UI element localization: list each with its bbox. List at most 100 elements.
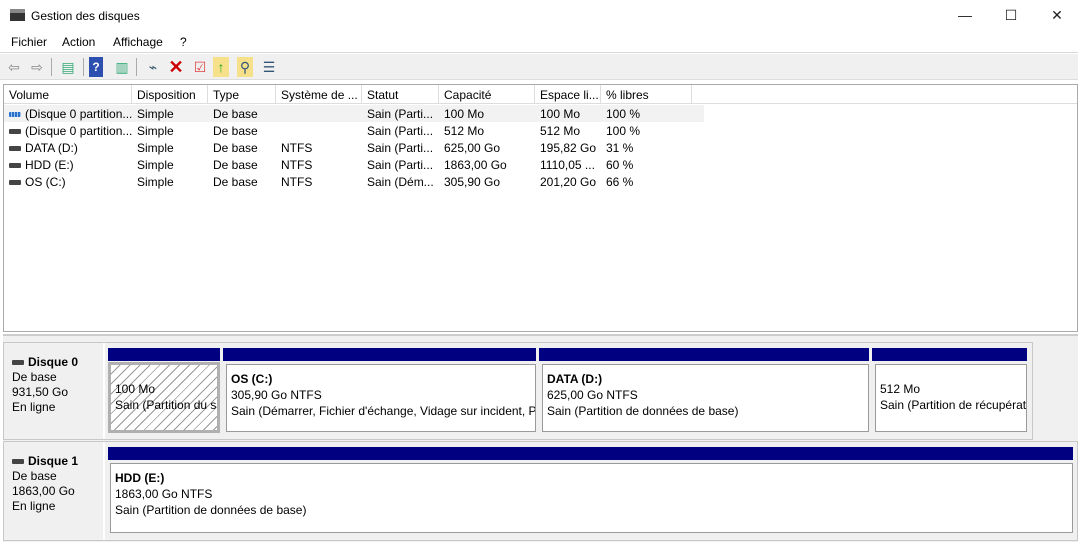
- cell-file-system: NTFS: [276, 139, 362, 156]
- column-header-capacity[interactable]: Capacité: [439, 85, 535, 104]
- cell-percent-free: 100 %: [601, 122, 692, 139]
- console-tree-icon[interactable]: ▤: [58, 57, 78, 77]
- column-header-status[interactable]: Statut: [362, 85, 439, 104]
- column-header-file-system[interactable]: Système de ...: [276, 85, 362, 104]
- cell-percent-free: 66 %: [601, 173, 692, 190]
- toolbar: ⇦ ⇨ ▤ ? ▥ ⌁ ✕ ☑ ↑ ⚲ ☰: [0, 54, 1078, 80]
- column-header-percent-free[interactable]: % libres: [601, 85, 692, 104]
- back-icon[interactable]: ⇦: [4, 57, 24, 77]
- disk-icon: [12, 459, 24, 465]
- table-row[interactable]: DATA (D:) Simple De base NTFS Sain (Parti...…: [4, 139, 704, 156]
- partition-title: HDD (E:): [115, 471, 165, 485]
- cell-text: NTFS: [281, 141, 313, 155]
- separator: [136, 58, 137, 76]
- volume-list[interactable]: Volume Disposition Type Système de ... S…: [3, 84, 1078, 332]
- cell-status: Sain (Dém...: [362, 173, 439, 190]
- partition-bar: [223, 348, 536, 361]
- cell-type: De base: [208, 139, 276, 156]
- cell-free-space: 201,20 Go: [535, 173, 601, 190]
- menu-fichier[interactable]: Fichier: [11, 35, 47, 49]
- cell-status: Sain (Parti...: [362, 105, 439, 122]
- column-header-free-space[interactable]: Espace li...: [535, 85, 601, 104]
- menu-action[interactable]: Action: [62, 35, 95, 49]
- partition-size: 305,90 Go NTFS: [231, 388, 322, 402]
- cell-text: 31 %: [606, 141, 634, 155]
- cell-status: Sain (Parti...: [362, 156, 439, 173]
- volume-icon: [9, 146, 21, 152]
- cell-volume: (Disque 0 partition...: [4, 122, 132, 139]
- cell-text: 305,90 Go: [444, 175, 501, 189]
- column-header-volume[interactable]: Volume: [4, 85, 132, 104]
- partition-status: Sain (Démarrer, Fichier d'échange, Vidag…: [231, 404, 536, 418]
- cell-text: 60 %: [606, 158, 634, 172]
- action-pane-icon[interactable]: ▥: [112, 57, 132, 77]
- cell-text: 1110,05 ...: [540, 158, 595, 172]
- close-button[interactable]: ✕: [1034, 0, 1078, 30]
- cell-disposition: Simple: [132, 139, 208, 156]
- cell-disposition: Simple: [132, 156, 208, 173]
- menu-help[interactable]: ?: [180, 35, 187, 49]
- cell-status: Sain (Parti...: [362, 122, 439, 139]
- partition-os-c[interactable]: OS (C:) 305,90 Go NTFS Sain (Démarrer, F…: [226, 364, 536, 432]
- table-row[interactable]: OS (C:) Simple De base NTFS Sain (Dém... 305,…: [4, 173, 704, 190]
- disk-0-label[interactable]: Disque 0 De base 931,50 Go En ligne: [5, 343, 105, 439]
- disk-icon: [12, 360, 24, 366]
- cell-text: 1863,00 Go: [444, 158, 507, 172]
- disk-status: En ligne: [12, 400, 56, 414]
- cell-text: 512 Mo: [540, 124, 581, 138]
- partition-system[interactable]: 100 Mo Sain (Partition du s: [108, 362, 220, 433]
- cell-text: De base: [213, 141, 258, 155]
- cell-percent-free: 100 %: [601, 105, 692, 122]
- folder-search-icon[interactable]: ⚲: [237, 57, 253, 77]
- column-header-type[interactable]: Type: [208, 85, 276, 104]
- help-icon[interactable]: ?: [89, 57, 103, 77]
- partition-status: Sain (Partition de données de base): [547, 404, 739, 418]
- maximize-button[interactable]: ☐: [988, 0, 1034, 30]
- disk-size: 931,50 Go: [12, 385, 69, 399]
- cell-text: De base: [213, 124, 258, 138]
- partition-data-d[interactable]: DATA (D:) 625,00 Go NTFS Sain (Partition…: [542, 364, 869, 432]
- partition-status: Sain (Partition de récupérat: [880, 398, 1027, 412]
- delete-icon[interactable]: ✕: [166, 57, 186, 77]
- cell-capacity: 512 Mo: [439, 122, 535, 139]
- disk-graph-view: Disque 0 De base 931,50 Go En ligne 100 …: [3, 334, 1078, 542]
- disk-type: De base: [12, 469, 57, 483]
- cell-text: Sain (Parti...: [367, 124, 434, 138]
- cell-text: Sain (Parti...: [367, 107, 434, 121]
- cell-text: 100 Mo: [540, 107, 581, 121]
- cell-text: Simple: [137, 158, 174, 172]
- table-row[interactable]: (Disque 0 partition... Simple De base Sain …: [4, 105, 704, 122]
- minimize-button[interactable]: —: [942, 0, 988, 30]
- partition-size: 512 Mo: [880, 382, 921, 396]
- cell-file-system: NTFS: [276, 173, 362, 190]
- properties-icon[interactable]: ☑: [190, 57, 210, 77]
- table-row[interactable]: HDD (E:) Simple De base NTFS Sain (Parti... 1…: [4, 156, 704, 173]
- partition-status: Sain (Partition de données de base): [115, 503, 307, 517]
- partition-size: 1863,00 Go NTFS: [115, 487, 213, 501]
- partition-recovery[interactable]: 512 Mo Sain (Partition de récupérat: [875, 364, 1027, 432]
- cell-text: HDD (E:): [25, 158, 74, 172]
- cell-text: Sain (Dém...: [367, 175, 434, 189]
- column-header-disposition[interactable]: Disposition: [132, 85, 208, 104]
- disk-management-icon: [10, 9, 25, 21]
- folder-up-icon[interactable]: ↑: [213, 57, 229, 77]
- partition-hdd-e[interactable]: HDD (E:) 1863,00 Go NTFS Sain (Partition…: [110, 463, 1073, 533]
- table-row[interactable]: (Disque 0 partition... Simple De base Sain …: [4, 122, 704, 139]
- partition-bar: [539, 348, 869, 361]
- cell-volume: OS (C:): [4, 173, 132, 190]
- connect-disk-icon[interactable]: ⌁: [143, 57, 163, 77]
- forward-icon[interactable]: ⇨: [27, 57, 47, 77]
- cell-type: De base: [208, 105, 276, 122]
- cell-text: 100 %: [606, 124, 641, 138]
- cell-text: 66 %: [606, 175, 634, 189]
- disk-1-label[interactable]: Disque 1 De base 1863,00 Go En ligne: [5, 442, 105, 540]
- checklist-icon[interactable]: ☰: [259, 57, 279, 77]
- cell-text: 100 %: [606, 107, 641, 121]
- menu-affichage[interactable]: Affichage: [113, 35, 163, 49]
- partition-size: 625,00 Go NTFS: [547, 388, 638, 402]
- cell-text: De base: [213, 175, 258, 189]
- cell-capacity: 100 Mo: [439, 105, 535, 122]
- cell-percent-free: 31 %: [601, 139, 692, 156]
- cell-type: De base: [208, 173, 276, 190]
- cell-type: De base: [208, 122, 276, 139]
